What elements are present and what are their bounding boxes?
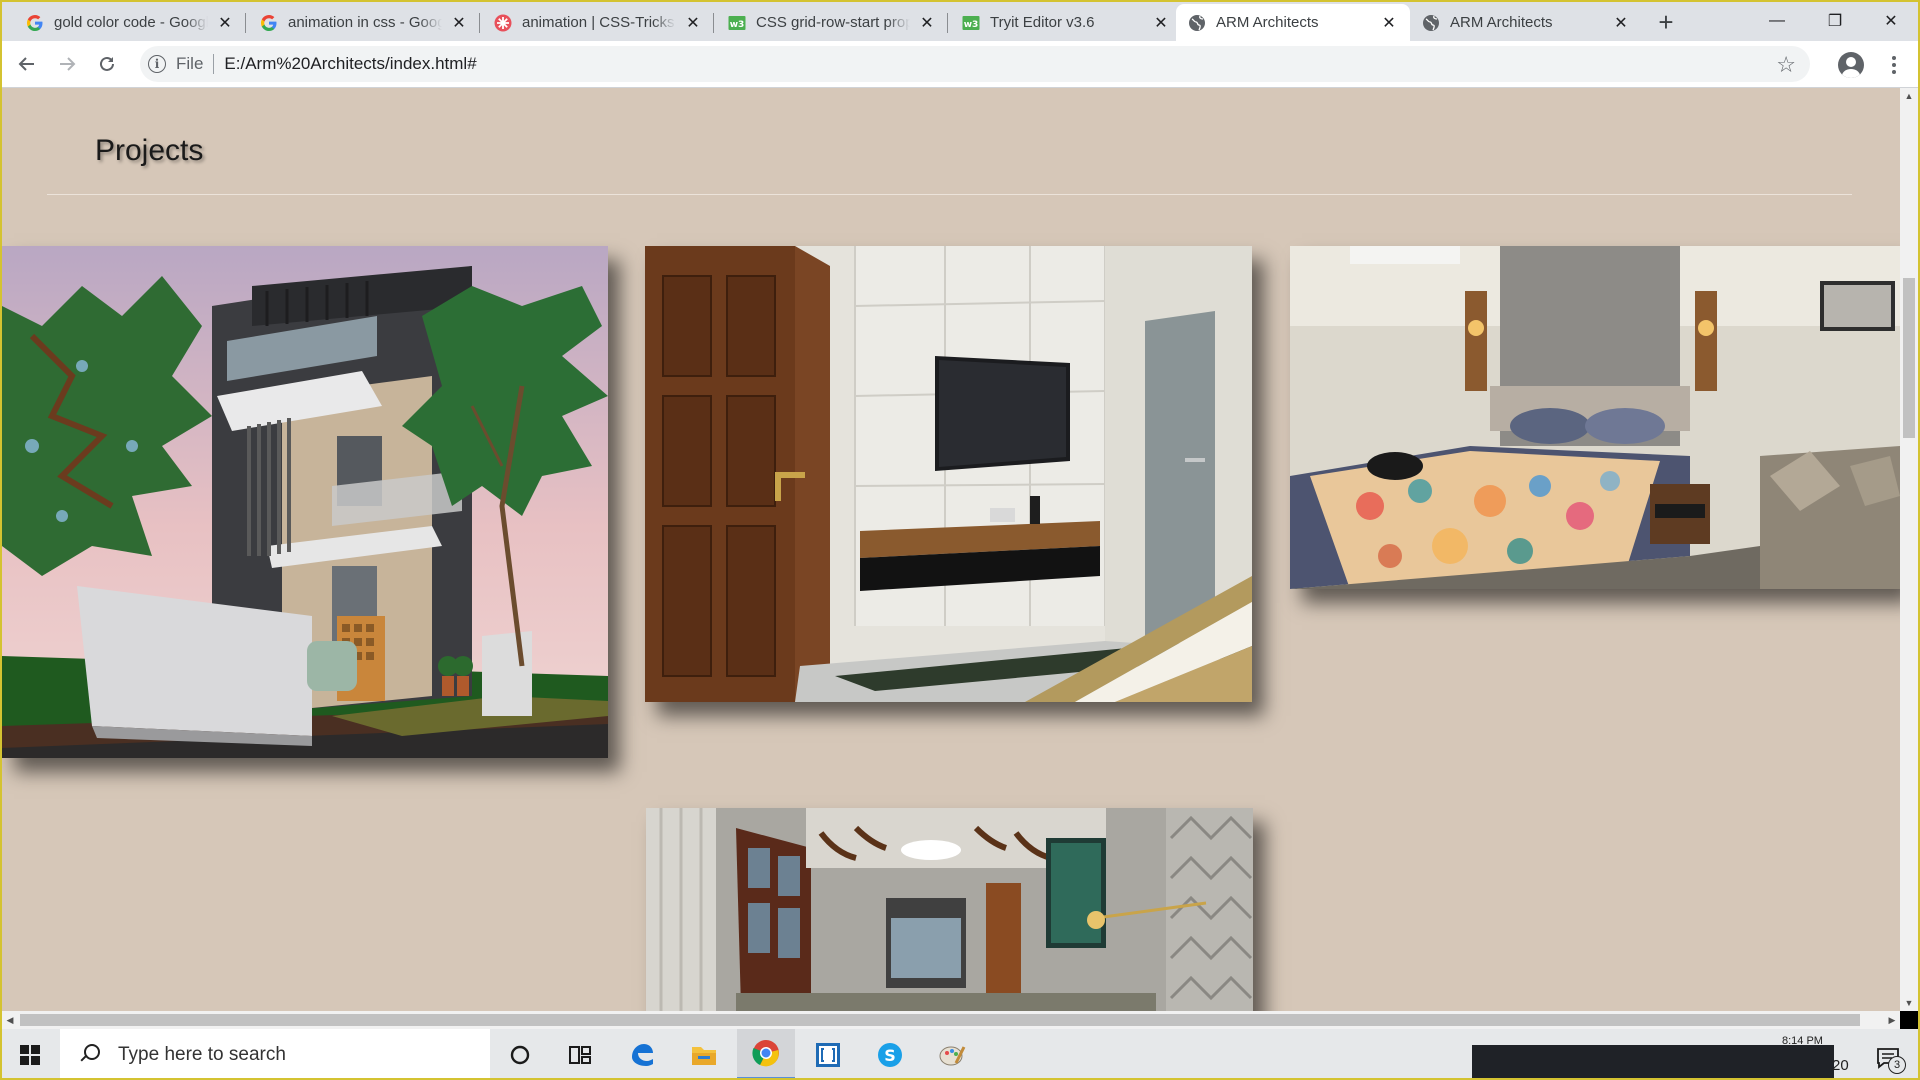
maximize-button[interactable]: ❐: [1806, 0, 1864, 41]
edge-icon[interactable]: [613, 1029, 671, 1080]
skype-icon[interactable]: S: [861, 1029, 919, 1080]
tab-arm-architects-active[interactable]: ARM Architects ✕: [1176, 4, 1410, 41]
minimize-button[interactable]: —: [1748, 0, 1806, 41]
tab-css-tricks[interactable]: animation | CSS-Tricks ✕: [482, 4, 714, 41]
clock-time[interactable]: 8:14 PM: [1782, 1035, 1823, 1047]
tab-title: Tryit Editor v3.6: [990, 14, 1095, 31]
tab-strip: gold color code - Google Search ✕ animat…: [0, 0, 1920, 41]
house-exterior-image: [2, 246, 608, 758]
close-tab-icon[interactable]: ✕: [1612, 14, 1630, 32]
svg-text:S: S: [884, 1046, 896, 1065]
page-title: Projects: [95, 134, 204, 167]
system-tray-overlay: [1472, 1045, 1834, 1080]
close-tab-icon[interactable]: ✕: [216, 14, 234, 32]
chrome-icon[interactable]: [737, 1029, 795, 1080]
horizontal-scrollbar[interactable]: ◀ ▶: [2, 1011, 1900, 1029]
url-text[interactable]: E:/Arm%20Architects/index.html#: [224, 54, 476, 74]
brackets-icon[interactable]: [799, 1029, 857, 1080]
vertical-scrollbar[interactable]: ▲ ▼: [1900, 88, 1918, 1011]
close-tab-icon[interactable]: ✕: [450, 14, 468, 32]
project-card-tv-room[interactable]: [645, 246, 1252, 702]
tab-title: ARM Architects: [1450, 14, 1553, 31]
heading-divider: [47, 194, 1852, 195]
css-tricks-icon: [494, 14, 512, 32]
globe-icon: [1422, 14, 1440, 32]
scroll-down-arrow-icon[interactable]: ▼: [1900, 995, 1918, 1011]
info-icon[interactable]: i: [148, 55, 166, 73]
task-view-icon[interactable]: [551, 1029, 609, 1080]
tab-title: animation in css - Google Search: [288, 14, 442, 31]
living-room-image: [646, 808, 1253, 1011]
bookmark-star-icon[interactable]: ☆: [1776, 52, 1796, 78]
tab-gold-color-code[interactable]: gold color code - Google Search ✕: [14, 4, 246, 41]
tab-title: animation | CSS-Tricks: [522, 14, 675, 31]
paint-icon[interactable]: [923, 1029, 981, 1080]
tab-title: gold color code - Google Search: [54, 14, 208, 31]
clock-date[interactable]: 20: [1832, 1057, 1849, 1074]
project-card-bedroom[interactable]: [1290, 246, 1900, 589]
new-tab-button[interactable]: +: [1652, 7, 1680, 37]
action-center-button[interactable]: 3: [1866, 1040, 1910, 1076]
reload-icon: [100, 56, 114, 71]
scheme-label: File: [176, 54, 204, 73]
notification-count-badge: 3: [1888, 1056, 1906, 1074]
tab-animation-in-css[interactable]: animation in css - Google Search ✕: [248, 4, 480, 41]
menu-kebab-icon[interactable]: [1884, 50, 1904, 80]
scroll-right-arrow-icon[interactable]: ▶: [1884, 1011, 1900, 1029]
reload-button[interactable]: [92, 49, 122, 79]
tab-tryit-editor[interactable]: w3 Tryit Editor v3.6 ✕: [950, 4, 1182, 41]
forward-button[interactable]: [52, 49, 82, 79]
start-button[interactable]: [0, 1029, 60, 1080]
tab-title: ARM Architects: [1216, 14, 1319, 31]
close-tab-icon[interactable]: ✕: [1152, 14, 1170, 32]
tab-grid-row-start[interactable]: w3 CSS grid-row-start property ✕: [716, 4, 948, 41]
browser-toolbar: i File E:/Arm%20Architects/index.html# ☆: [0, 41, 1920, 88]
page-viewport[interactable]: Projects: [2, 88, 1900, 1011]
close-tab-icon[interactable]: ✕: [1380, 14, 1398, 32]
close-tab-icon[interactable]: ✕: [684, 14, 702, 32]
svg-text:w3: w3: [730, 20, 745, 30]
scroll-left-arrow-icon[interactable]: ◀: [2, 1011, 18, 1029]
back-button[interactable]: [12, 49, 42, 79]
file-explorer-icon[interactable]: [675, 1029, 733, 1080]
svg-text:w3: w3: [964, 20, 979, 30]
cortana-icon[interactable]: [491, 1029, 549, 1080]
taskbar-search-box[interactable]: Type here to search: [60, 1029, 490, 1080]
scroll-up-arrow-icon[interactable]: ▲: [1900, 88, 1918, 104]
search-placeholder: Type here to search: [118, 1043, 286, 1065]
back-arrow-icon: [18, 57, 34, 71]
google-icon: [26, 14, 44, 32]
windows-logo-icon: [20, 1044, 40, 1065]
tab-title: CSS grid-row-start property: [756, 14, 910, 31]
profile-avatar-icon[interactable]: [1838, 52, 1864, 78]
w3schools-icon: w3: [962, 14, 980, 32]
globe-icon: [1188, 14, 1206, 32]
forward-arrow-icon: [60, 57, 76, 71]
project-card-house-exterior[interactable]: [2, 246, 608, 758]
google-icon: [260, 14, 278, 32]
tab-arm-architects[interactable]: ARM Architects ✕: [1410, 4, 1642, 41]
close-tab-icon[interactable]: ✕: [918, 14, 936, 32]
address-bar[interactable]: i File E:/Arm%20Architects/index.html# ☆: [140, 46, 1810, 82]
project-card-living-room[interactable]: [646, 808, 1253, 1011]
windows-taskbar: Type here to search S: [0, 1029, 1920, 1080]
w3schools-icon: w3: [728, 14, 746, 32]
tv-room-image: [645, 246, 1252, 702]
search-icon: [78, 1043, 100, 1066]
horizontal-scroll-thumb[interactable]: [20, 1014, 1860, 1026]
bedroom-image: [1290, 246, 1900, 589]
vertical-scroll-thumb[interactable]: [1903, 278, 1915, 438]
close-window-button[interactable]: ✕: [1862, 0, 1920, 41]
